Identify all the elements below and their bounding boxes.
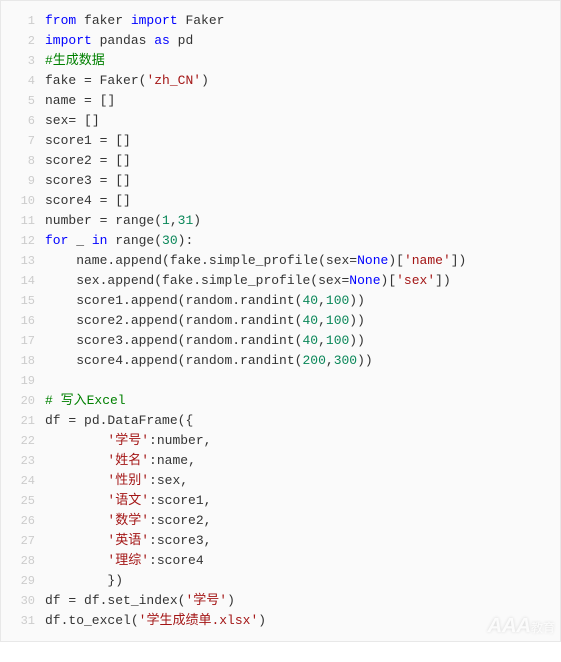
code-content: score3.append(random.randint(40,100)) <box>45 331 365 351</box>
code-content: import pandas as pd <box>45 31 193 51</box>
line-number: 5 <box>1 91 45 111</box>
code-content: df = pd.DataFrame({ <box>45 411 193 431</box>
code-line: 27 '英语':score3, <box>1 531 560 551</box>
line-number: 24 <box>1 471 45 491</box>
line-number: 31 <box>1 611 45 631</box>
line-number: 7 <box>1 131 45 151</box>
line-number: 17 <box>1 331 45 351</box>
code-line: 28 '理综':score4 <box>1 551 560 571</box>
line-number: 2 <box>1 31 45 51</box>
line-number: 14 <box>1 271 45 291</box>
code-line: 23 '姓名':name, <box>1 451 560 471</box>
code-content: '性别':sex, <box>45 471 188 491</box>
line-number: 9 <box>1 171 45 191</box>
line-number: 22 <box>1 431 45 451</box>
line-number: 4 <box>1 71 45 91</box>
code-line: 21df = pd.DataFrame({ <box>1 411 560 431</box>
line-number: 26 <box>1 511 45 531</box>
line-number: 15 <box>1 291 45 311</box>
line-number: 29 <box>1 571 45 591</box>
code-content: score4 = [] <box>45 191 131 211</box>
line-number: 12 <box>1 231 45 251</box>
line-number: 11 <box>1 211 45 231</box>
code-content: }) <box>45 571 123 591</box>
code-line: 26 '数学':score2, <box>1 511 560 531</box>
code-line: 10score4 = [] <box>1 191 560 211</box>
line-number: 19 <box>1 371 45 391</box>
line-number: 23 <box>1 451 45 471</box>
code-line: 22 '学号':number, <box>1 431 560 451</box>
code-content: from faker import Faker <box>45 11 224 31</box>
line-number: 8 <box>1 151 45 171</box>
code-line: 15 score1.append(random.randint(40,100)) <box>1 291 560 311</box>
code-line: 1from faker import Faker <box>1 11 560 31</box>
code-line: 2import pandas as pd <box>1 31 560 51</box>
code-content: for _ in range(30): <box>45 231 193 251</box>
code-content: score2 = [] <box>45 151 131 171</box>
line-number: 1 <box>1 11 45 31</box>
code-content: '学号':number, <box>45 431 211 451</box>
code-content: '英语':score3, <box>45 531 211 551</box>
code-content: df.to_excel('学生成绩单.xlsx') <box>45 611 266 631</box>
line-number: 18 <box>1 351 45 371</box>
code-content: score1.append(random.randint(40,100)) <box>45 291 365 311</box>
code-line: 3#生成数据 <box>1 51 560 71</box>
code-line: 11number = range(1,31) <box>1 211 560 231</box>
code-line: 12for _ in range(30): <box>1 231 560 251</box>
line-number: 10 <box>1 191 45 211</box>
line-number: 6 <box>1 111 45 131</box>
code-line: 17 score3.append(random.randint(40,100)) <box>1 331 560 351</box>
code-content: '数学':score2, <box>45 511 211 531</box>
code-line: 6sex= [] <box>1 111 560 131</box>
code-content: score1 = [] <box>45 131 131 151</box>
code-line: 30df = df.set_index('学号') <box>1 591 560 611</box>
line-number: 21 <box>1 411 45 431</box>
line-number: 16 <box>1 311 45 331</box>
code-content: name.append(fake.simple_profile(sex=None… <box>45 251 466 271</box>
code-line: 9score3 = [] <box>1 171 560 191</box>
code-line: 16 score2.append(random.randint(40,100)) <box>1 311 560 331</box>
code-content: df = df.set_index('学号') <box>45 591 235 611</box>
code-content: '理综':score4 <box>45 551 204 571</box>
code-content: # 写入Excel <box>45 391 126 411</box>
code-content: '姓名':name, <box>45 451 196 471</box>
code-line: 13 name.append(fake.simple_profile(sex=N… <box>1 251 560 271</box>
line-number: 3 <box>1 51 45 71</box>
code-content: name = [] <box>45 91 115 111</box>
line-number: 28 <box>1 551 45 571</box>
code-content: score2.append(random.randint(40,100)) <box>45 311 365 331</box>
code-line: 24 '性别':sex, <box>1 471 560 491</box>
code-line: 5name = [] <box>1 91 560 111</box>
code-line: 4fake = Faker('zh_CN') <box>1 71 560 91</box>
code-content: number = range(1,31) <box>45 211 201 231</box>
code-line: 18 score4.append(random.randint(200,300)… <box>1 351 560 371</box>
code-line: 14 sex.append(fake.simple_profile(sex=No… <box>1 271 560 291</box>
code-content: sex= [] <box>45 111 100 131</box>
line-number: 30 <box>1 591 45 611</box>
code-line: 8score2 = [] <box>1 151 560 171</box>
code-content: #生成数据 <box>45 51 105 71</box>
code-content: score3 = [] <box>45 171 131 191</box>
code-line: 7score1 = [] <box>1 131 560 151</box>
line-number: 13 <box>1 251 45 271</box>
code-line: 31df.to_excel('学生成绩单.xlsx') <box>1 611 560 631</box>
code-line: 29 }) <box>1 571 560 591</box>
code-block: 1from faker import Faker2import pandas a… <box>0 0 561 642</box>
code-content: sex.append(fake.simple_profile(sex=None)… <box>45 271 451 291</box>
code-line: 19 <box>1 371 560 391</box>
code-content: fake = Faker('zh_CN') <box>45 71 209 91</box>
line-number: 27 <box>1 531 45 551</box>
line-number: 25 <box>1 491 45 511</box>
line-number: 20 <box>1 391 45 411</box>
code-content: score4.append(random.randint(200,300)) <box>45 351 373 371</box>
code-line: 25 '语文':score1, <box>1 491 560 511</box>
code-content: '语文':score1, <box>45 491 211 511</box>
code-line: 20# 写入Excel <box>1 391 560 411</box>
